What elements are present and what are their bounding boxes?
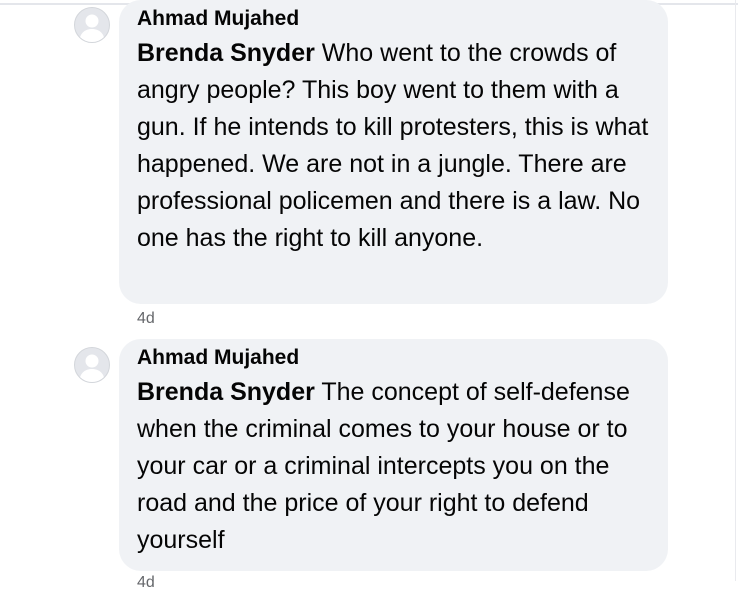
comment-timestamp[interactable]: 4d	[137, 574, 155, 592]
comment-bubble: Ahmad Mujahed Brenda Snyder Who went to …	[119, 0, 668, 304]
comment-timestamp[interactable]: 4d	[137, 310, 155, 328]
default-avatar-icon	[79, 14, 105, 42]
mention-link[interactable]: Brenda Snyder	[137, 39, 315, 67]
comment-body: Who went to the crowds of angry people? …	[137, 39, 649, 252]
comment-text: Brenda Snyder The concept of self-defens…	[137, 374, 654, 559]
comment-author[interactable]: Ahmad Mujahed	[137, 7, 654, 31]
default-avatar-icon	[79, 354, 105, 382]
comment-text: Brenda Snyder Who went to the crowds of …	[137, 35, 654, 257]
scrollbar-track[interactable]	[735, 0, 736, 581]
mention-link[interactable]: Brenda Snyder	[137, 378, 315, 406]
comment-bubble: Ahmad Mujahed Brenda Snyder The concept …	[119, 339, 668, 571]
comment-author[interactable]: Ahmad Mujahed	[137, 346, 654, 370]
avatar[interactable]	[74, 7, 110, 43]
avatar[interactable]	[74, 347, 110, 383]
